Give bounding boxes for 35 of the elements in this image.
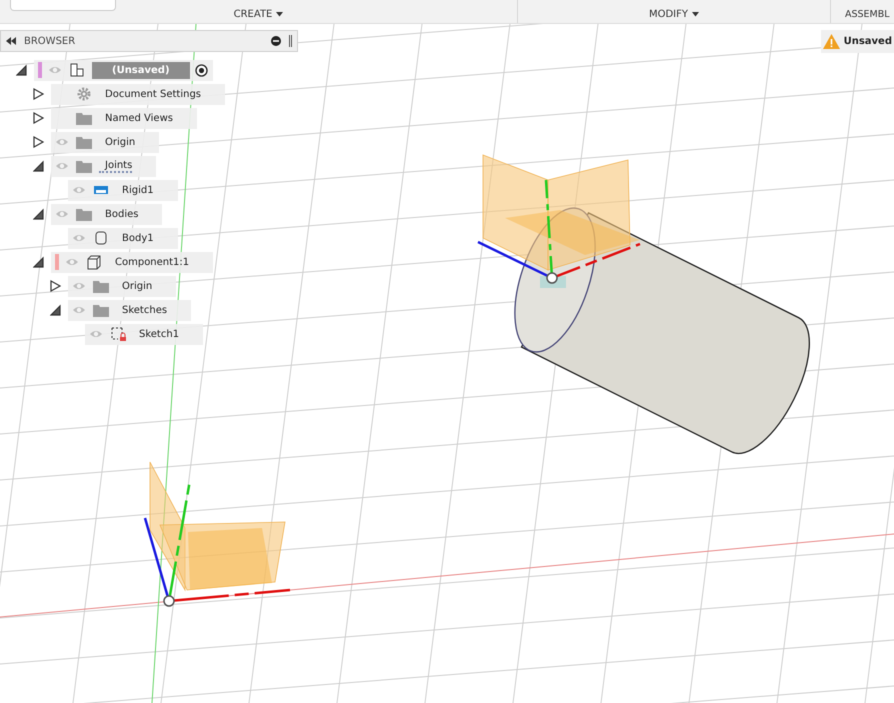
component-icon [68,62,86,78]
folder-icon [75,134,93,150]
toolbar-menu[interactable]: ASSEMBL [845,9,890,20]
warning-icon [822,34,840,49]
collapse-triangle-icon[interactable] [32,160,44,172]
tree-item[interactable]: Origin [116,280,152,292]
warning-text: Unsaved [844,36,892,47]
panel-title: BROWSER [24,36,76,46]
tree-item[interactable]: Origin [99,136,136,148]
folder-icon [75,158,93,174]
folder-icon [75,206,93,222]
collapse-icon[interactable] [6,37,16,45]
tree-item[interactable]: Joints [99,160,132,172]
collapse-triangle-icon[interactable] [32,208,44,220]
pin-icon[interactable] [289,35,292,47]
tree-item[interactable]: Body1 [116,232,154,244]
collapse-triangle-icon[interactable] [32,256,44,268]
toolbar-menu[interactable]: CREATE [234,9,284,20]
collapse-triangle-icon[interactable] [16,64,26,76]
toolbar-menu[interactable]: MODIFY [648,9,699,20]
folder-icon [92,302,110,318]
expand-triangle-icon[interactable] [50,280,60,292]
collapse-triangle-icon[interactable] [50,304,60,316]
tree-item[interactable]: Bodies [99,208,138,220]
sketch-icon [109,326,127,342]
settings-icon [75,86,93,102]
minimize-icon[interactable] [271,36,281,46]
activate-radio-icon[interactable] [194,64,208,76]
folder-icon [92,278,110,294]
expand-triangle-icon[interactable] [32,136,44,148]
expand-triangle-icon[interactable] [32,88,44,100]
folder-icon [75,110,93,126]
tree-item[interactable]: Rigid1 [116,184,154,196]
cube-icon [85,254,103,270]
expand-triangle-icon[interactable] [32,112,44,124]
